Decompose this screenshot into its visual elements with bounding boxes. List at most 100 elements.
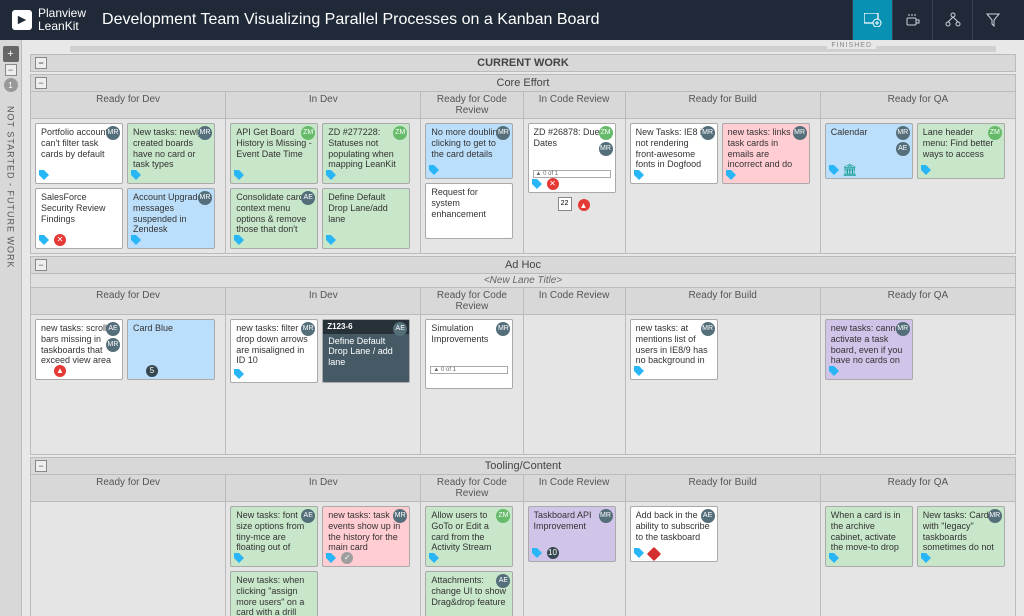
lane-ready-qa[interactable]: new tasks: cannot activate a task board,… (821, 315, 1016, 455)
card[interactable]: new tasks: cannot activate a task board,… (825, 319, 913, 380)
col-ready-qa[interactable]: Ready for QA (821, 475, 1016, 502)
card[interactable]: new tasks: task events show up in the hi… (322, 506, 410, 567)
lane-ready-dev[interactable]: Portfolio accounts can't filter task car… (31, 119, 226, 254)
sidebar-add-button[interactable]: + (3, 46, 19, 62)
card[interactable]: Define Default Drop Lane/add lane (322, 188, 410, 249)
avatar: MR (701, 126, 715, 140)
card[interactable]: New tasks: font size options from tiny-m… (230, 506, 318, 567)
col-ready-dev[interactable]: Ready for Dev (31, 92, 226, 119)
lane-ready-build[interactable]: Add back in the ability to subscribe to … (626, 502, 821, 616)
col-ready-review[interactable]: Ready for Code Review (421, 92, 523, 119)
col-ready-review[interactable]: Ready for Code Review (421, 288, 523, 315)
sublane-core-effort[interactable]: − Core Effort (30, 74, 1016, 92)
card[interactable]: Account Upgrade messages suspended in Ze… (127, 188, 215, 249)
hierarchy-icon[interactable] (932, 0, 972, 40)
lane-in-dev[interactable]: New tasks: font size options from tiny-m… (226, 502, 421, 616)
avatar: AE (301, 509, 315, 523)
card[interactable]: Taskboard API ImprovementMR10 (528, 506, 616, 562)
col-ready-dev[interactable]: Ready for Dev (31, 475, 226, 502)
collapse-button[interactable]: − (35, 460, 47, 472)
avatar: ZM (301, 126, 315, 140)
lane-in-review[interactable] (524, 315, 626, 455)
avatar: MR (988, 509, 1002, 523)
card[interactable]: Lane header menu: Find better ways to ac… (917, 123, 1005, 179)
lane-ready-build[interactable]: New Tasks: IE8 is not rendering front-aw… (626, 119, 821, 254)
tag-icon (828, 552, 840, 564)
card[interactable]: new tasks: filter drop down arrows are m… (230, 319, 318, 383)
card[interactable]: New Tasks: IE8 is not rendering front-aw… (630, 123, 718, 184)
avatar: ZM (988, 126, 1002, 140)
tag-icon (130, 169, 142, 181)
col-in-review[interactable]: In Code Review (524, 92, 626, 119)
col-in-dev[interactable]: In Dev (226, 92, 421, 119)
card[interactable]: Simulation ImprovementsMR▲ 0 of 1 (425, 319, 513, 389)
sublane-title: Ad Hoc (505, 259, 541, 271)
card[interactable]: Consolidate card context menu options & … (230, 188, 318, 249)
col-ready-qa[interactable]: Ready for QA (821, 92, 1016, 119)
lane-in-dev[interactable]: new tasks: filter drop down arrows are m… (226, 315, 421, 455)
card[interactable]: Add back in the ability to subscribe to … (630, 506, 718, 562)
lane-in-review[interactable]: Taskboard API ImprovementMR10 (524, 502, 626, 616)
card[interactable]: SalesForce Security Review Findings✕ (35, 188, 123, 249)
card[interactable]: API Get Board History is Missing - Event… (230, 123, 318, 184)
col-ready-build[interactable]: Ready for Build (626, 288, 821, 315)
card[interactable]: new tasks: links to task cards in emails… (722, 123, 810, 184)
lane-ready-build[interactable]: new tasks: at mentions list of users in … (626, 315, 821, 455)
tag-icon (38, 169, 50, 181)
col-in-review[interactable]: In Code Review (524, 475, 626, 502)
lane-ready-review[interactable]: Simulation ImprovementsMR▲ 0 of 1 (421, 315, 523, 455)
card[interactable]: Card Blue5 (127, 319, 215, 380)
col-ready-build[interactable]: Ready for Build (626, 475, 821, 502)
coffee-icon[interactable] (892, 0, 932, 40)
card[interactable]: Attachments: change UI to show Drag&drop… (425, 571, 513, 616)
card[interactable]: new tasks: scroll bars missing in taskbo… (35, 319, 123, 380)
card[interactable]: ZD #277228: Statuses not populating when… (322, 123, 410, 184)
finished-lane-collapsed[interactable]: FINISHED (70, 46, 996, 52)
card[interactable]: Z123-6Define Default Drop Lane / add lan… (322, 319, 410, 383)
lane-in-dev[interactable]: API Get Board History is Missing - Event… (226, 119, 421, 254)
lane-ready-review[interactable]: Allow users to GoTo or Edit a card from … (421, 502, 523, 616)
card[interactable]: New tasks: Cards with "legacy" taskboard… (917, 506, 1005, 567)
lane-ready-qa[interactable]: When a card is in the archive cabinet, a… (821, 502, 1016, 616)
col-in-dev[interactable]: In Dev (226, 288, 421, 315)
sidebar-collapse-button[interactable]: − (5, 64, 17, 76)
priority-icon (647, 547, 661, 561)
collapse-button[interactable]: − (35, 57, 47, 69)
product-name-2: LeanKit (38, 20, 86, 33)
filter-icon[interactable] (972, 0, 1012, 40)
lane-in-review[interactable]: ZD #26878: Due Dates ZM MR ▲ 0 of 1 ✕ 22… (524, 119, 626, 254)
finished-label: FINISHED (827, 42, 876, 49)
lane-ready-dev[interactable]: new tasks: scroll bars missing in taskbo… (31, 315, 226, 455)
card[interactable]: CalendarMRAE🏛 (825, 123, 913, 179)
sublane-ad-hoc[interactable]: − Ad Hoc (30, 256, 1016, 274)
collapse-button[interactable]: − (35, 259, 47, 271)
col-ready-build[interactable]: Ready for Build (626, 92, 821, 119)
card[interactable]: new tasks: at mentions list of users in … (630, 319, 718, 380)
bank-icon: 🏛 (844, 164, 856, 176)
avatar: MR (301, 322, 315, 336)
lane-ready-dev[interactable] (31, 502, 226, 616)
card[interactable]: Portfolio accounts can't filter task car… (35, 123, 123, 184)
card[interactable]: No more doubling clicking to get to the … (425, 123, 513, 179)
logo-icon (12, 10, 32, 30)
sidebar-count-badge: 1 (4, 78, 18, 92)
col-in-review[interactable]: In Code Review (524, 288, 626, 315)
card[interactable]: Request for system enhancement (425, 183, 513, 239)
col-in-dev[interactable]: In Dev (226, 475, 421, 502)
card[interactable]: New tasks: when clicking "assign more us… (230, 571, 318, 616)
new-lane-placeholder[interactable]: <New Lane Title> (30, 274, 1016, 288)
card[interactable]: Allow users to GoTo or Edit a card from … (425, 506, 513, 567)
swimlane-current-work[interactable]: − CURRENT WORK (30, 54, 1016, 72)
card[interactable]: ZD #26878: Due Dates ZM MR ▲ 0 of 1 ✕ (528, 123, 616, 193)
card[interactable]: When a card is in the archive cabinet, a… (825, 506, 913, 567)
lane-ready-qa[interactable]: CalendarMRAE🏛 Lane header menu: Find bet… (821, 119, 1016, 254)
tag-icon (920, 164, 932, 176)
lane-ready-review[interactable]: No more doubling clicking to get to the … (421, 119, 523, 254)
col-ready-qa[interactable]: Ready for QA (821, 288, 1016, 315)
add-card-button[interactable] (852, 0, 892, 40)
col-ready-review[interactable]: Ready for Code Review (421, 475, 523, 502)
sublane-tooling[interactable]: − Tooling/Content (30, 457, 1016, 475)
col-ready-dev[interactable]: Ready for Dev (31, 288, 226, 315)
collapse-button[interactable]: − (35, 77, 47, 89)
card[interactable]: New tasks: newly created boards have no … (127, 123, 215, 184)
